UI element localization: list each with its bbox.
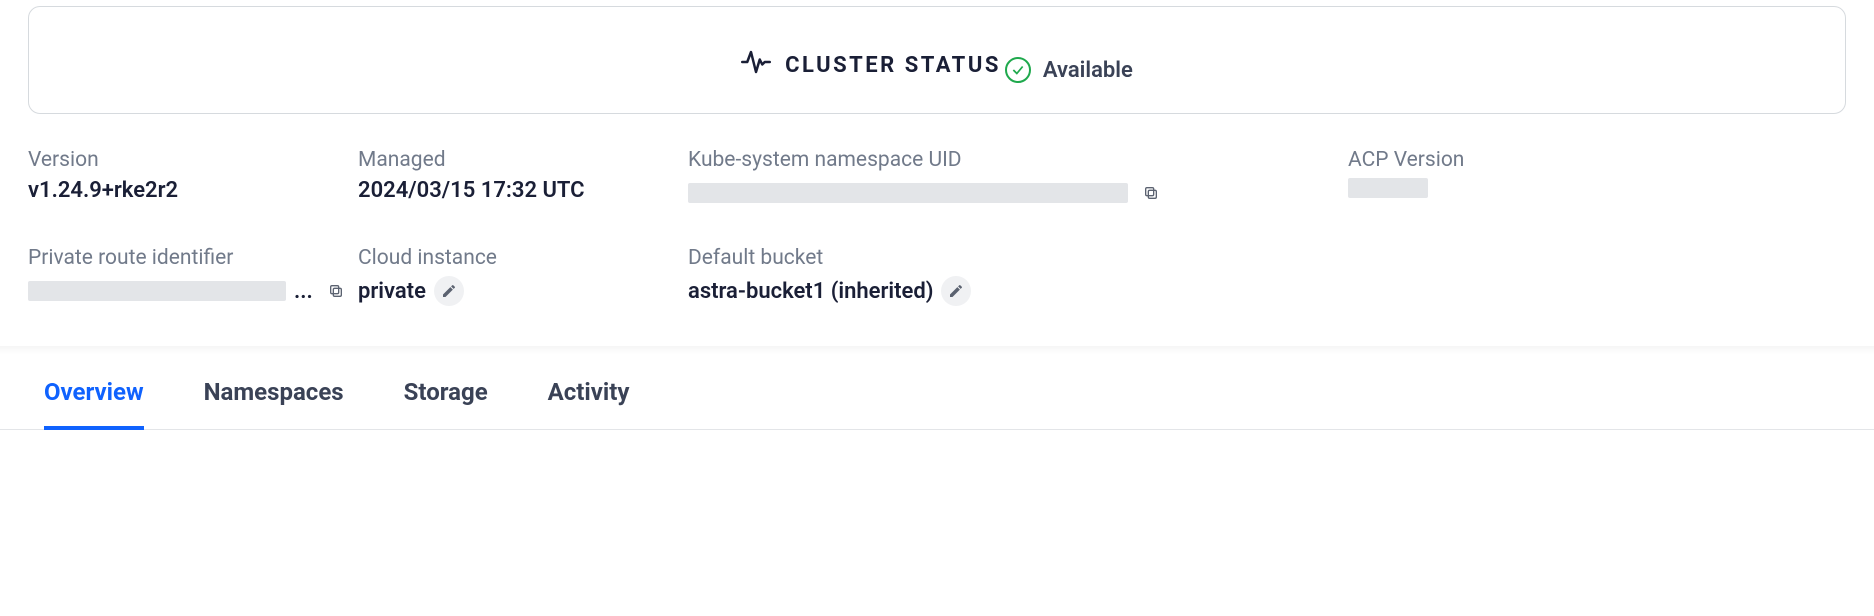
tab-namespaces[interactable]: Namespaces [204, 378, 344, 430]
field-label: Private route identifier [28, 246, 358, 270]
cluster-status-card: CLUSTER STATUS Available [28, 6, 1846, 114]
cluster-status-title-row: CLUSTER STATUS [741, 47, 1001, 83]
field-label: Version [28, 148, 358, 172]
details-grid: Version v1.24.9+rke2r2 Managed 2024/03/1… [0, 114, 1874, 346]
tabs-row: Overview Namespaces Storage Activity [0, 354, 1874, 430]
field-kube-uid: Kube-system namespace UID [688, 148, 1348, 208]
field-empty [1348, 246, 1568, 306]
field-value: 2024/03/15 17:32 UTC [358, 178, 688, 203]
tab-activity[interactable]: Activity [548, 378, 630, 430]
truncation-ellipsis: ... [294, 279, 313, 304]
redacted-value [1348, 178, 1428, 198]
field-label: ACP Version [1348, 148, 1568, 172]
field-default-bucket: Default bucket astra-bucket1 (inherited) [688, 246, 1348, 306]
field-value-text: private [358, 279, 426, 304]
tab-overview[interactable]: Overview [44, 378, 144, 430]
field-acp-version: ACP Version [1348, 148, 1568, 208]
field-private-route: Private route identifier ... [28, 246, 358, 306]
field-value: v1.24.9+rke2r2 [28, 178, 358, 203]
field-label: Default bucket [688, 246, 1348, 270]
heartbeat-icon [741, 47, 771, 83]
field-value: private [358, 276, 688, 306]
field-version: Version v1.24.9+rke2r2 [28, 148, 358, 208]
field-label: Managed [358, 148, 688, 172]
check-circle-icon [1005, 57, 1031, 83]
field-value [688, 178, 1348, 208]
cluster-status-title: CLUSTER STATUS [785, 53, 1001, 78]
field-value [1348, 178, 1568, 198]
edit-icon[interactable] [941, 276, 971, 306]
field-managed: Managed 2024/03/15 17:32 UTC [358, 148, 688, 208]
redacted-value [688, 183, 1128, 203]
field-value-text: astra-bucket1 (inherited) [688, 279, 933, 304]
edit-icon[interactable] [434, 276, 464, 306]
field-label: Cloud instance [358, 246, 688, 270]
cluster-status-value-row: Available [1005, 57, 1133, 83]
field-value: astra-bucket1 (inherited) [688, 276, 1348, 306]
field-label: Kube-system namespace UID [688, 148, 1348, 172]
section-divider [0, 346, 1874, 354]
copy-icon[interactable] [1136, 178, 1166, 208]
copy-icon[interactable] [321, 276, 351, 306]
redacted-value [28, 281, 286, 301]
cluster-status-value: Available [1043, 58, 1133, 83]
field-cloud-instance: Cloud instance private [358, 246, 688, 306]
field-value: ... [28, 276, 358, 306]
tab-storage[interactable]: Storage [404, 378, 488, 430]
